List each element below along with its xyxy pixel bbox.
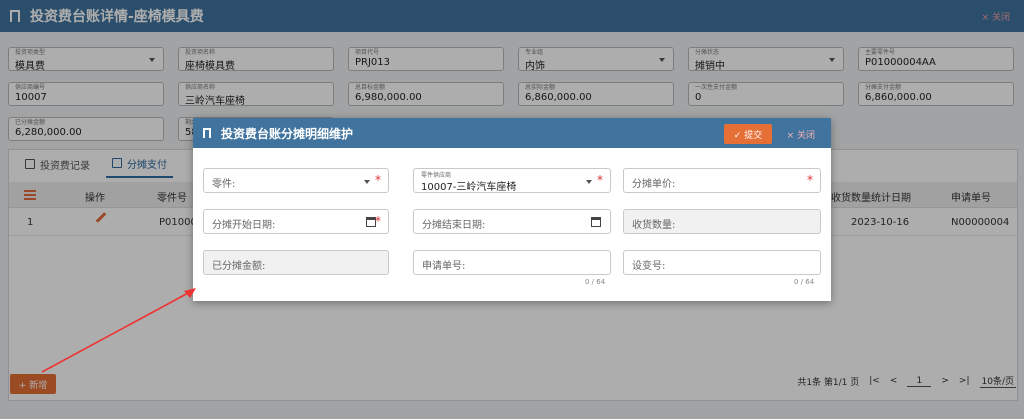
change-no-input[interactable]: 设变号:	[623, 250, 821, 275]
chevron-down-icon	[364, 180, 370, 184]
field-value: 10007-三岭汽车座椅	[421, 182, 517, 193]
bookmark-icon	[203, 128, 211, 138]
field-placeholder: 分摊单价:	[632, 179, 676, 190]
field-placeholder: 申请单号:	[422, 261, 466, 272]
submit-button[interactable]: ✓ 提交	[724, 124, 772, 144]
calendar-icon[interactable]	[591, 217, 601, 227]
apply-no-input[interactable]: 申请单号:	[413, 250, 611, 275]
dialog-title: 投资费台账分摊明细维护	[221, 126, 354, 141]
unit-price-input[interactable]: 分摊单价: *	[623, 168, 821, 193]
start-date-input[interactable]: 分摊开始日期: *	[203, 209, 389, 234]
allocated-amount-field: 已分摊金额:	[203, 250, 389, 275]
dialog-close-button[interactable]: × 关闭	[787, 128, 815, 141]
field-placeholder: 已分摊金额:	[212, 261, 266, 272]
required-mark: *	[597, 173, 603, 187]
dialog-header: 投资费台账分摊明细维护 ✓ 提交 × 关闭	[193, 118, 831, 148]
field-placeholder: 分摊开始日期:	[212, 220, 276, 231]
supplier-select[interactable]: 零件供应商 10007-三岭汽车座椅 *	[413, 168, 611, 193]
required-mark: *	[375, 214, 381, 228]
char-counter: 0 / 64	[585, 278, 606, 286]
chevron-down-icon	[586, 180, 592, 184]
required-mark: *	[807, 173, 813, 187]
field-placeholder: 零件:	[212, 179, 236, 190]
char-counter: 0 / 64	[794, 278, 815, 286]
field-placeholder: 分摊结束日期:	[422, 220, 486, 231]
received-qty-field: 收货数量:	[623, 209, 821, 234]
field-placeholder: 收货数量:	[632, 220, 676, 231]
end-date-input[interactable]: 分摊结束日期:	[413, 209, 611, 234]
required-mark: *	[375, 173, 381, 187]
field-placeholder: 设变号:	[632, 261, 666, 272]
part-select[interactable]: 零件: *	[203, 168, 389, 193]
allocation-detail-dialog: 投资费台账分摊明细维护 ✓ 提交 × 关闭 零件: * 零件供应商 10007-…	[193, 118, 831, 301]
